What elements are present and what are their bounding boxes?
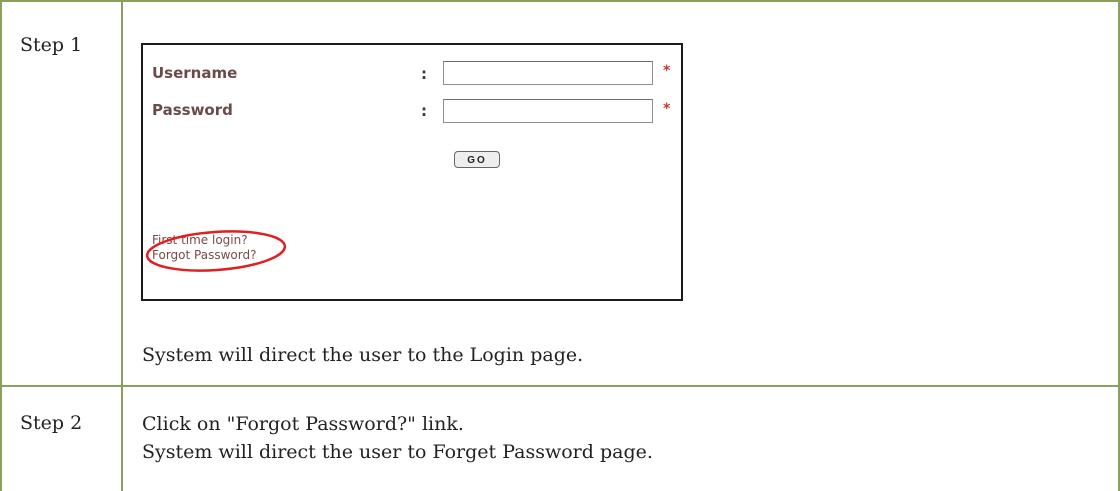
step-1-label: Step 1 [20, 34, 83, 56]
username-colon: : [421, 65, 427, 83]
table-left-border [0, 0, 2, 491]
step-2-instruction: Click on "Forgot Password?" link. [142, 413, 464, 435]
step-2-result: System will direct the user to Forget Pa… [142, 441, 653, 463]
password-input[interactable] [443, 99, 653, 123]
go-button[interactable]: GO [454, 151, 500, 168]
step-1-description: System will direct the user to the Login… [142, 344, 584, 366]
password-colon: : [421, 102, 427, 120]
username-input[interactable] [443, 61, 653, 85]
login-screenshot: Username : * Password : * GO First time … [141, 43, 683, 301]
password-label: Password [152, 101, 233, 119]
highlight-oval [145, 230, 287, 272]
table-column-divider [121, 0, 123, 491]
table-row-divider [0, 385, 1120, 387]
username-label: Username [152, 64, 238, 82]
username-required-mark: * [663, 63, 671, 79]
password-required-mark: * [663, 101, 671, 117]
table-top-border [0, 0, 1120, 2]
step-2-label: Step 2 [20, 412, 83, 434]
